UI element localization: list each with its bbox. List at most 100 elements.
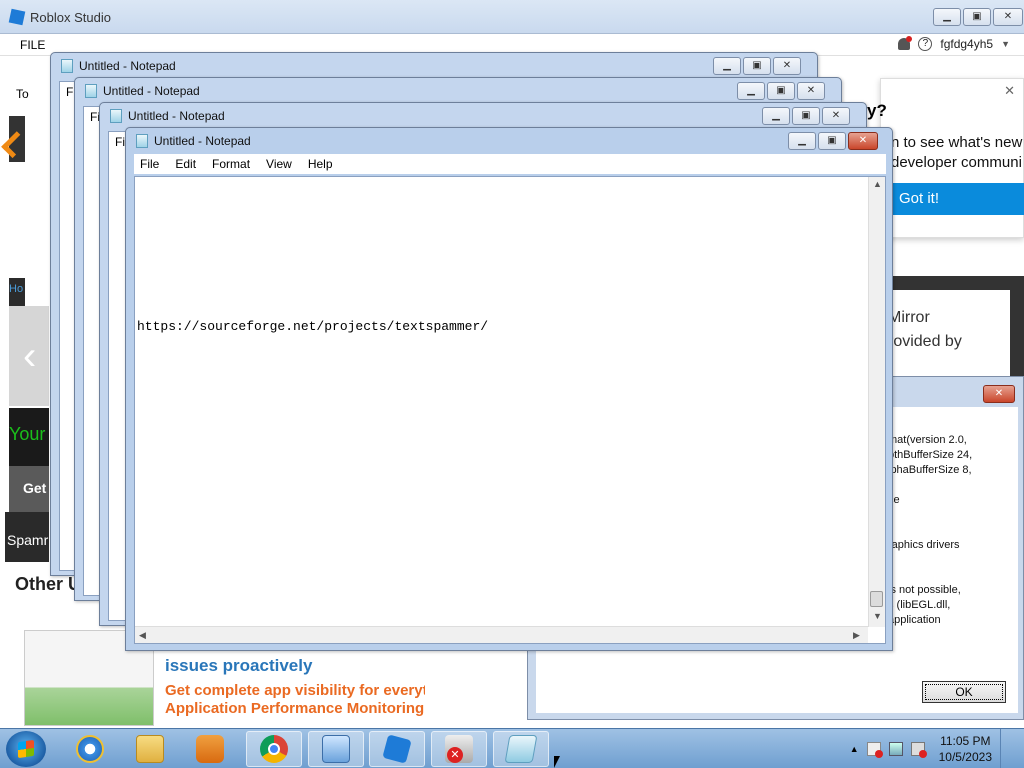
- close-button[interactable]: ✕: [773, 57, 801, 75]
- maximize-button[interactable]: ▣: [963, 8, 991, 26]
- web-your-text: Your: [9, 424, 46, 444]
- notepad-title: Untitled - Notepad: [103, 84, 200, 98]
- action-center-icon[interactable]: [866, 742, 883, 758]
- user-area: ? fgfdg4yh5 ▼: [898, 36, 1010, 51]
- notepad-app-icon: [504, 735, 538, 763]
- scroll-thumb[interactable]: [870, 591, 883, 607]
- maximize-button[interactable]: ▣: [743, 57, 771, 75]
- notepad-title: Untitled - Notepad: [128, 109, 225, 123]
- mirror-box: Mirror rovided by: [880, 276, 1024, 376]
- chrome-icon: [260, 735, 288, 763]
- taskbar-chrome[interactable]: [246, 731, 302, 767]
- scroll-down-icon[interactable]: ▼: [873, 611, 882, 621]
- help-icon[interactable]: ?: [918, 37, 933, 51]
- show-hidden-icons-icon[interactable]: ▲: [850, 744, 859, 754]
- notepad-content[interactable]: https://sourceforge.net/projects/textspa…: [137, 319, 488, 334]
- promo-sub-line2: Application Performance Monitoring: [165, 700, 425, 717]
- web-left-get[interactable]: Get: [9, 466, 49, 512]
- scroll-up-icon[interactable]: ▲: [873, 179, 882, 189]
- got-it-button[interactable]: Got it!: [881, 183, 1024, 215]
- maximize-button[interactable]: ▣: [818, 132, 846, 150]
- roblox-logo-icon: [8, 8, 26, 26]
- scroll-right-icon[interactable]: ▶: [853, 630, 860, 641]
- maximize-button[interactable]: ▣: [767, 82, 795, 100]
- web-left-ho: Ho: [9, 278, 25, 306]
- close-button[interactable]: ✕: [848, 132, 878, 150]
- error-close-button[interactable]: ✕: [983, 385, 1015, 403]
- scroll-left-icon[interactable]: ◀: [139, 630, 146, 641]
- mirror-text: Mirror rovided by: [888, 306, 962, 354]
- clock[interactable]: 11:05 PM 10/5/2023: [939, 733, 992, 765]
- notepad-menubar: File Edit Format View Help: [134, 154, 886, 174]
- taskbar-notepad[interactable]: [493, 731, 549, 767]
- notepad-text-area[interactable]: https://sourceforge.net/projects/textspa…: [134, 176, 886, 644]
- mute-x-icon: [918, 750, 927, 758]
- warning-x-icon: [874, 750, 883, 758]
- notepad-window-active: Untitled - Notepad ▁ ▣ ✕ File Edit Forma…: [125, 127, 893, 651]
- minimize-button[interactable]: ▁: [762, 107, 790, 125]
- carousel-prev-icon[interactable]: ‹: [23, 334, 36, 379]
- ok-button[interactable]: OK: [922, 681, 1006, 703]
- notepad-title: Untitled - Notepad: [79, 59, 176, 73]
- web-left-carousel: ‹: [9, 306, 49, 406]
- menu-file[interactable]: FILE: [20, 38, 45, 52]
- promo-title: issues proactively: [165, 656, 313, 675]
- notepad-title: Untitled - Notepad: [154, 134, 251, 148]
- popup-line1: n to see what's new v: [891, 134, 1024, 151]
- taskbar-media-player[interactable]: [182, 731, 238, 767]
- other-heading: Other U: [15, 574, 82, 594]
- close-button[interactable]: ✕: [993, 8, 1023, 26]
- web-left-to: To: [16, 87, 29, 101]
- mirror-line2: rovided by: [888, 333, 962, 350]
- folder-icon: [136, 735, 164, 763]
- menu-edit[interactable]: Edit: [175, 157, 196, 171]
- promo-subtitle: Get complete app visibility for everyt A…: [165, 682, 425, 718]
- notepad-icon: [85, 84, 97, 98]
- menu-format[interactable]: Format: [212, 157, 250, 171]
- web-left-your: Your: [9, 408, 49, 466]
- taskbar-roblox-studio[interactable]: [369, 731, 425, 767]
- minimize-button[interactable]: ▁: [788, 132, 816, 150]
- menu-view[interactable]: View: [266, 157, 292, 171]
- orange-chevron-icon: [1, 131, 29, 159]
- horizontal-scrollbar[interactable]: ◀ ▶: [135, 626, 868, 643]
- roblox-studio-icon: [382, 734, 412, 764]
- vertical-scrollbar[interactable]: ▲ ▼: [868, 177, 885, 627]
- error-app-icon: ✕: [445, 735, 473, 763]
- start-button[interactable]: [6, 731, 46, 767]
- close-button[interactable]: ✕: [797, 82, 825, 100]
- minimize-button[interactable]: ▁: [737, 82, 765, 100]
- taskbar-ie[interactable]: [62, 731, 118, 767]
- system-tray: ▲ 11:05 PM 10/5/2023: [850, 729, 1024, 768]
- taskbar-error-app[interactable]: ✕: [431, 731, 487, 767]
- mirror-line1: Mirror: [888, 309, 930, 326]
- chevron-down-icon[interactable]: ▼: [1001, 39, 1010, 49]
- notification-bell-icon[interactable]: [898, 36, 913, 50]
- taskbar-control-panel[interactable]: [308, 731, 364, 767]
- whats-new-popup: ✕ y? n to see what's new v developer com…: [867, 78, 1024, 238]
- web-left-spam: Spamr: [5, 512, 49, 562]
- minimize-button[interactable]: ▁: [933, 8, 961, 26]
- error-message: mat(version 2.0, pthBufferSize 24, lphaB…: [888, 434, 973, 626]
- notepad-icon: [136, 134, 148, 148]
- taskbar-explorer[interactable]: [122, 731, 178, 767]
- username-label[interactable]: fgfdg4yh5: [940, 37, 993, 51]
- popup-close-icon[interactable]: ✕: [1004, 83, 1015, 99]
- notepad-icon: [110, 109, 122, 123]
- network-icon[interactable]: [888, 742, 903, 756]
- show-desktop-button[interactable]: [1000, 729, 1014, 768]
- close-button[interactable]: ✕: [822, 107, 850, 125]
- menu-file[interactable]: File: [140, 157, 159, 171]
- notepad-menu-fragment[interactable]: Fi: [115, 135, 125, 149]
- volume-icon[interactable]: [910, 742, 927, 758]
- web-get-text: Get: [23, 480, 47, 496]
- web-left-banner: [1, 116, 29, 162]
- promo-sub-line1: Get complete app visibility for everyt: [165, 682, 425, 699]
- maximize-button[interactable]: ▣: [792, 107, 820, 125]
- popup-heading: y?: [867, 101, 887, 120]
- minimize-button[interactable]: ▁: [713, 57, 741, 75]
- roblox-titlebar[interactable]: Roblox Studio ▁ ▣ ✕: [0, 0, 1024, 34]
- popup-line2: developer communi: [891, 154, 1022, 171]
- window-title: Roblox Studio: [30, 10, 111, 25]
- menu-help[interactable]: Help: [308, 157, 333, 171]
